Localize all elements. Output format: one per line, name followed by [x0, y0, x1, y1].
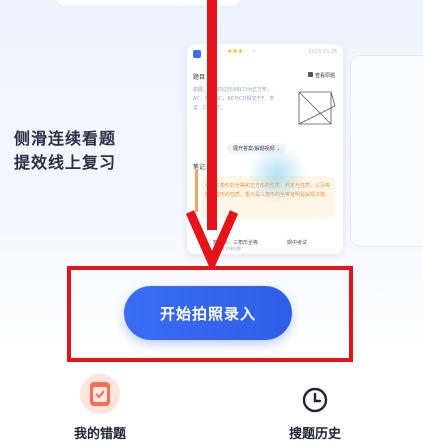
tab-wrong-questions[interactable]: 我的错题 — [40, 368, 160, 442]
slogan-line-1: 侧滑连续看题 — [14, 129, 117, 148]
bottom-tab-bar: 我的错题 搜题历史 — [0, 368, 423, 442]
view-original-label: 查看原题 — [314, 73, 335, 79]
library-icon — [307, 72, 313, 77]
geometry-figure-icon — [298, 91, 336, 125]
exam-tag: 期中考试 — [287, 240, 308, 246]
view-original-link[interactable]: 查看原题 — [307, 72, 335, 79]
red-arrow-annotation-icon — [186, 0, 238, 266]
tab-search-history[interactable]: 搜题历史 — [255, 368, 375, 442]
wrongbook-icon — [80, 374, 120, 414]
record-label: ☆ — [251, 48, 257, 55]
swipe-hint-blob — [247, 144, 307, 204]
slogan: 侧滑连续看题 提效线上复习 — [10, 127, 130, 175]
slogan-line-2: 提效线上复习 — [14, 153, 117, 172]
clock-icon — [302, 387, 328, 413]
start-photo-entry-button[interactable]: 开始拍照录入 — [124, 286, 292, 340]
next-preview-card[interactable] — [350, 55, 423, 247]
record-date: 2023.03.28 — [308, 49, 337, 55]
